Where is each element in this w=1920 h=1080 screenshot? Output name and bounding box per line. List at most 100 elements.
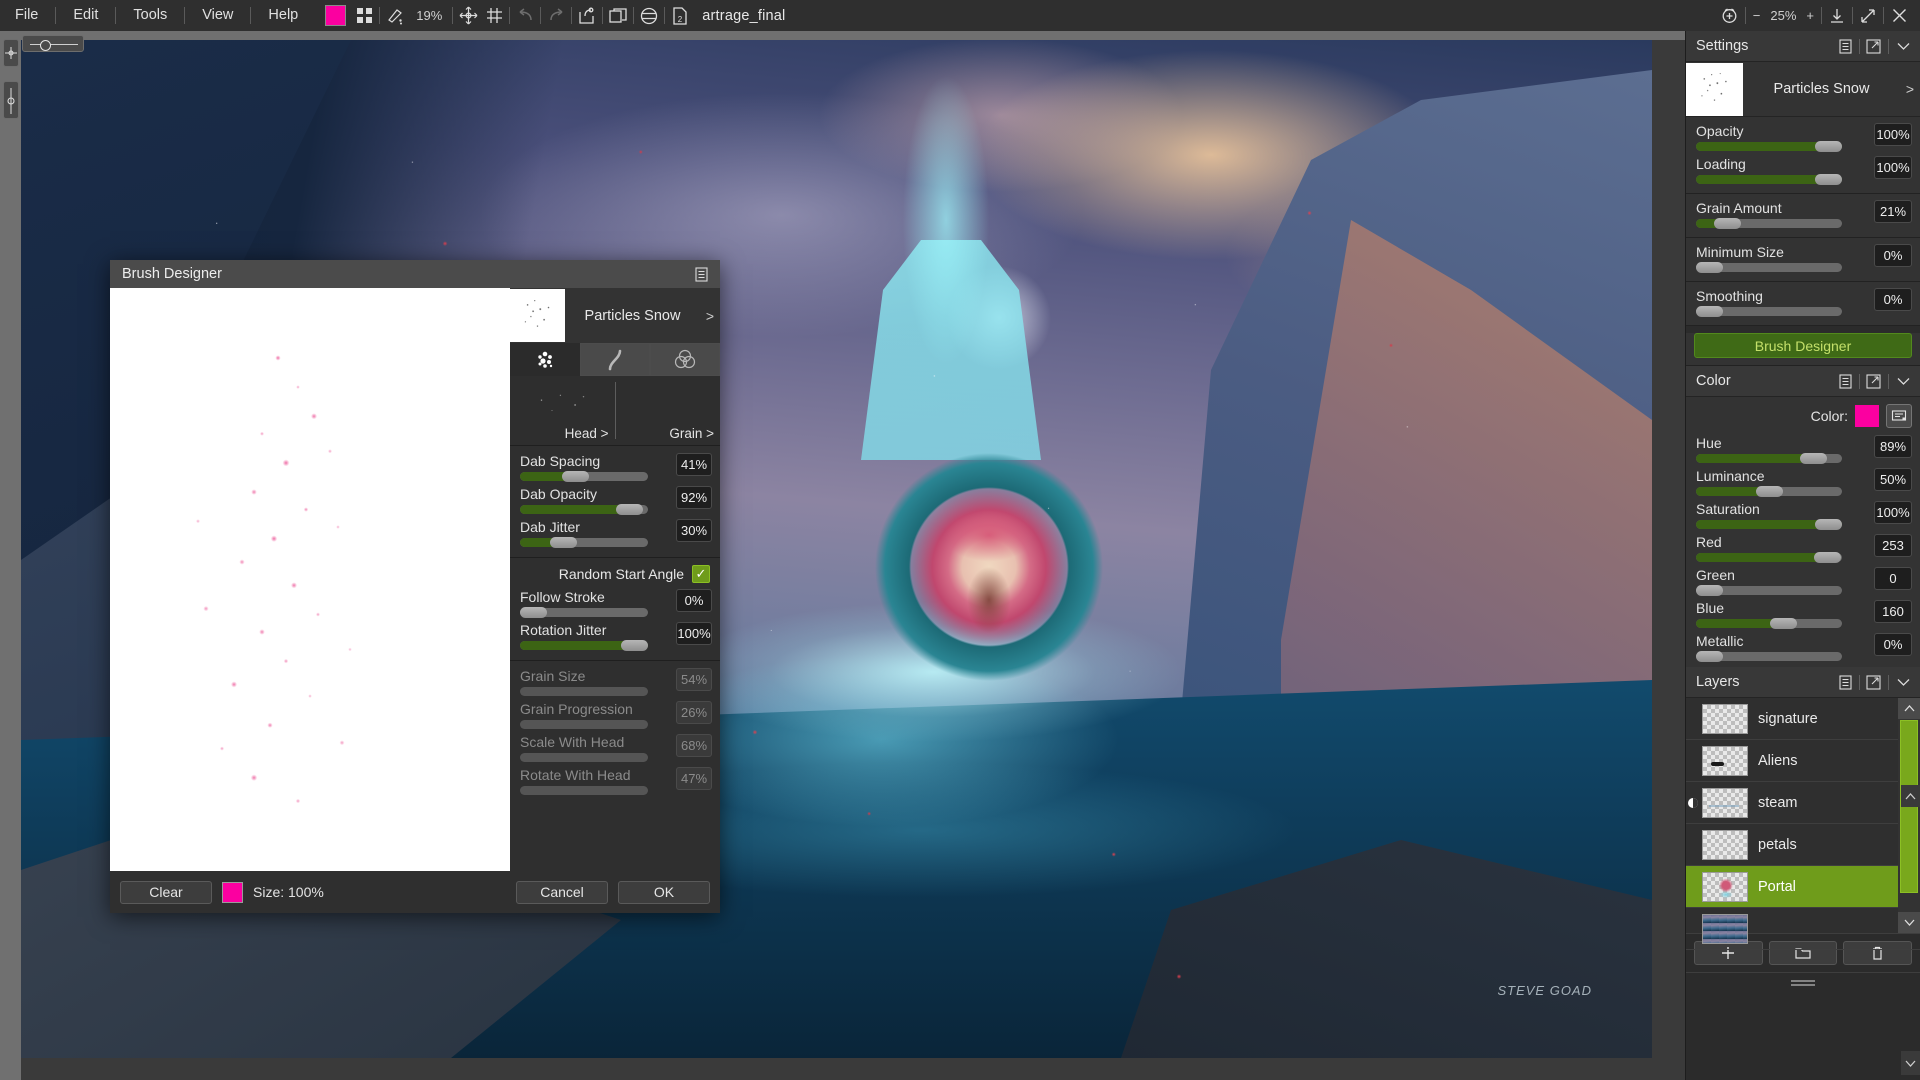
layer-row-steam[interactable]: steam xyxy=(1686,782,1920,824)
slider-red[interactable]: Red 253 xyxy=(1686,532,1920,565)
slider-value[interactable]: 89% xyxy=(1874,435,1912,458)
slider-track[interactable] xyxy=(1696,552,1842,563)
move-icon[interactable] xyxy=(455,3,481,29)
slider-value[interactable]: 0% xyxy=(1874,244,1912,267)
undo-icon[interactable] xyxy=(512,3,538,29)
slider-minimum-size[interactable]: Minimum Size 0% xyxy=(1686,242,1920,275)
curve-tab[interactable] xyxy=(580,343,650,376)
rotate-view-icon[interactable] xyxy=(1717,3,1743,29)
slider-rotation-jitter[interactable]: Rotation Jitter 100% xyxy=(510,620,720,653)
slider-track[interactable] xyxy=(1696,306,1842,317)
zoom-in-button[interactable]: + xyxy=(1801,8,1819,23)
layer-row-signature[interactable]: signature xyxy=(1686,698,1920,740)
slider-track[interactable] xyxy=(520,640,648,651)
slider-green[interactable]: Green 0 xyxy=(1686,565,1920,598)
clear-button[interactable]: Clear xyxy=(120,880,212,904)
slider-hue[interactable]: Hue 89% xyxy=(1686,433,1920,466)
random-start-angle-row[interactable]: Random Start Angle ✓ xyxy=(510,560,720,587)
expand-icon[interactable] xyxy=(1855,3,1881,29)
right-panel-scroll-down[interactable] xyxy=(1901,1051,1920,1075)
brush-designer-button[interactable]: Brush Designer xyxy=(1694,333,1912,358)
slider-dab-jitter[interactable]: Dab Jitter 30% xyxy=(510,517,720,550)
pan-tool-handle[interactable] xyxy=(3,39,19,67)
slider-track[interactable] xyxy=(520,471,648,482)
right-panel-scroll-up[interactable] xyxy=(1901,785,1920,807)
layer-row-background[interactable] xyxy=(1686,908,1920,950)
brush-designer-list-icon[interactable] xyxy=(690,263,712,285)
slider-value[interactable]: 100% xyxy=(1874,123,1912,146)
slider-value[interactable]: 100% xyxy=(676,622,712,645)
layer-row-portal[interactable]: Portal xyxy=(1686,866,1920,908)
cancel-button[interactable]: Cancel xyxy=(516,880,608,904)
slider-track[interactable] xyxy=(1696,453,1842,464)
brush-designer-brush-row[interactable]: Particles Snow > xyxy=(510,288,720,343)
blend-icon[interactable] xyxy=(636,3,662,29)
ok-button[interactable]: OK xyxy=(618,880,710,904)
slider-opacity[interactable]: Opacity 100% xyxy=(1686,121,1920,154)
slider-track[interactable] xyxy=(1696,651,1842,662)
slider-value[interactable]: 100% xyxy=(1874,156,1912,179)
redo-icon[interactable] xyxy=(543,3,569,29)
current-color-swatch[interactable] xyxy=(1855,405,1879,427)
canvas-nav-slider[interactable] xyxy=(22,35,84,52)
grid-toggle-icon[interactable] xyxy=(481,3,507,29)
slider-track[interactable] xyxy=(520,607,648,618)
menu-edit[interactable]: Edit xyxy=(58,0,113,31)
slider-smoothing[interactable]: Smoothing 0% xyxy=(1686,286,1920,319)
menu-tools[interactable]: Tools xyxy=(118,0,182,31)
slider-metallic[interactable]: Metallic 0% xyxy=(1686,631,1920,667)
layer-list[interactable]: signature Aliens steam petals Portal xyxy=(1686,698,1920,950)
settings-popout-icon[interactable] xyxy=(1863,35,1885,57)
blend-tab[interactable] xyxy=(650,343,720,376)
slider-value[interactable]: 0% xyxy=(676,589,712,612)
slider-value[interactable]: 50% xyxy=(1874,468,1912,491)
current-brush-row[interactable]: Particles Snow > xyxy=(1686,62,1920,117)
slider-grain-amount[interactable]: Grain Amount 21% xyxy=(1686,198,1920,231)
brush-designer-color-swatch[interactable] xyxy=(222,881,243,903)
slider-track[interactable] xyxy=(1696,486,1842,497)
slider-blue[interactable]: Blue 160 xyxy=(1686,598,1920,631)
head-preview[interactable]: Head > xyxy=(510,376,615,445)
slider-value[interactable]: 0% xyxy=(1874,288,1912,311)
slider-value[interactable]: 100% xyxy=(1874,501,1912,524)
menu-file[interactable]: File xyxy=(0,0,53,31)
head-label[interactable]: Head > xyxy=(565,426,609,441)
brush-icon[interactable] xyxy=(382,3,408,29)
menu-help[interactable]: Help xyxy=(253,0,313,31)
color-collapse-chevron-icon[interactable] xyxy=(1892,370,1914,392)
brush-chevron-icon[interactable]: > xyxy=(1900,81,1920,97)
slider-track[interactable] xyxy=(1696,262,1842,273)
slider-loading[interactable]: Loading 100% xyxy=(1686,154,1920,187)
layer-row-petals[interactable]: petals xyxy=(1686,824,1920,866)
color-swatch-icon[interactable] xyxy=(325,5,347,26)
brush-designer-brush-chevron-icon[interactable]: > xyxy=(700,308,720,324)
color-list-icon[interactable] xyxy=(1834,370,1856,392)
export-icon[interactable] xyxy=(574,3,600,29)
layers-list-icon[interactable] xyxy=(1834,671,1856,693)
slider-luminance[interactable]: Luminance 50% xyxy=(1686,466,1920,499)
slider-track[interactable] xyxy=(520,537,648,548)
duplicate-icon[interactable] xyxy=(605,3,631,29)
brush-designer-titlebar[interactable]: Brush Designer xyxy=(110,260,720,288)
slider-value[interactable]: 92% xyxy=(676,486,712,509)
slider-value[interactable]: 253 xyxy=(1874,534,1912,557)
layer-blend-icon[interactable] xyxy=(1686,797,1700,809)
slider-value[interactable]: 0 xyxy=(1874,567,1912,590)
layer-row-aliens[interactable]: Aliens xyxy=(1686,740,1920,782)
brush-designer-dialog[interactable]: Brush Designer Particles Snow > Head > G… xyxy=(110,260,720,913)
particles-tab[interactable] xyxy=(510,343,580,376)
slider-dab-opacity[interactable]: Dab Opacity 92% xyxy=(510,484,720,517)
close-icon[interactable] xyxy=(1886,3,1912,29)
settings-list-icon[interactable] xyxy=(1834,35,1856,57)
grid-icon[interactable] xyxy=(351,3,377,29)
download-icon[interactable] xyxy=(1824,3,1850,29)
slider-saturation[interactable]: Saturation 100% xyxy=(1686,499,1920,532)
layers-collapse-chevron-icon[interactable] xyxy=(1892,671,1914,693)
layers-scroll-down-icon[interactable] xyxy=(1898,912,1920,933)
layers-scroll-up-icon[interactable] xyxy=(1898,698,1920,719)
color-popout-icon[interactable] xyxy=(1863,370,1885,392)
slider-value[interactable]: 30% xyxy=(676,519,712,542)
slider-value[interactable]: 21% xyxy=(1874,200,1912,223)
slider-track[interactable] xyxy=(1696,585,1842,596)
slider-track[interactable] xyxy=(520,504,648,515)
